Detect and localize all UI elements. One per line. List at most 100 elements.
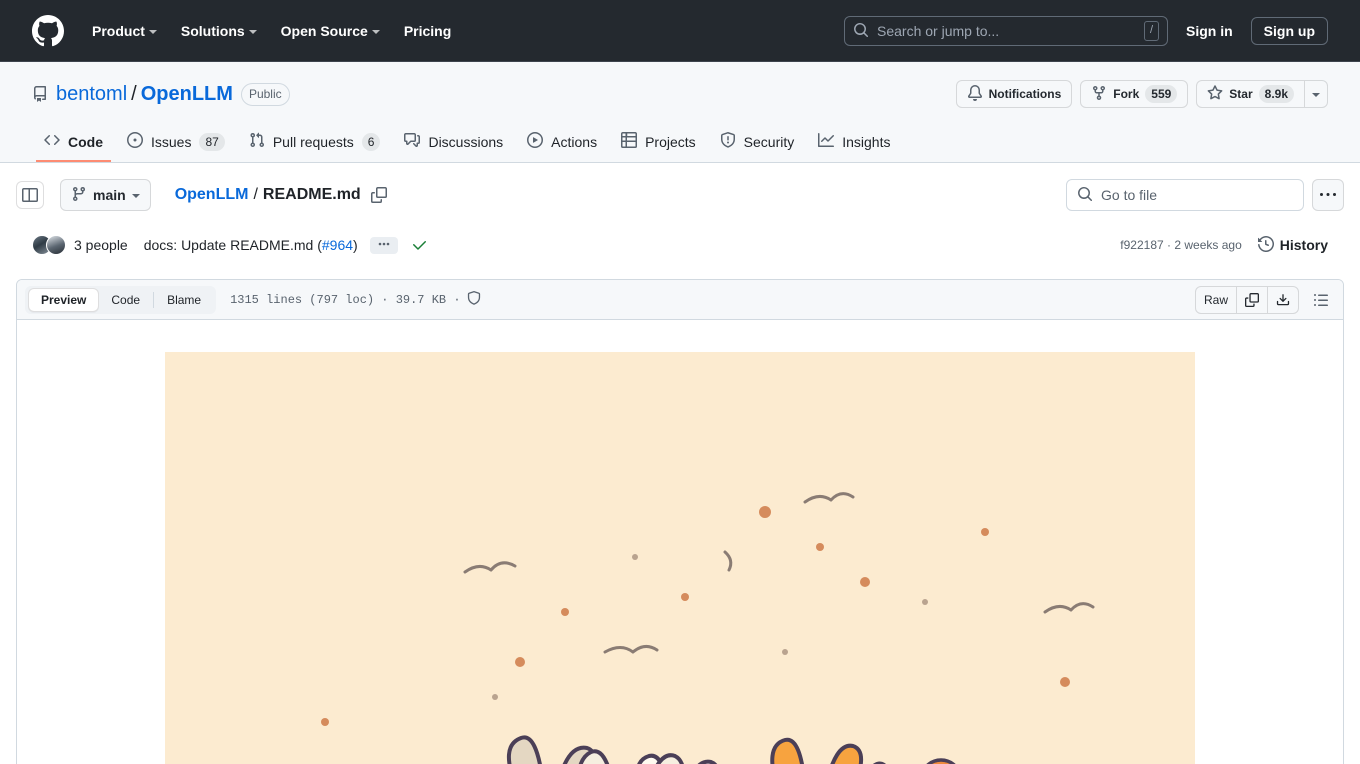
commit-sha[interactable]: f922187 (1120, 238, 1163, 252)
star-label: Star (1229, 87, 1253, 101)
file-content-box: Preview Code Blame 1315 lines (797 loc) … (16, 279, 1344, 764)
repo-nav: Code Issues 87 Pull requests 6 Discussio… (32, 124, 1328, 162)
global-nav-item-solutions[interactable]: Solutions (169, 15, 269, 47)
commit-sha-and-time: f922187 · 2 weeks ago (1120, 238, 1241, 252)
repo-tab-count: 87 (199, 132, 225, 151)
star-dropdown-button[interactable] (1305, 80, 1328, 108)
repo-tab-label: Issues (151, 133, 192, 150)
list-unordered-icon[interactable] (1307, 286, 1335, 314)
search-placeholder: Search or jump to... (877, 23, 1000, 39)
graph-icon (818, 132, 835, 151)
tab-code[interactable]: Code (99, 289, 152, 311)
repo-icon (32, 86, 48, 102)
star-button-group: Star 8.9k (1196, 80, 1328, 108)
commit-expand-button[interactable] (369, 236, 398, 254)
chevron-down-icon (371, 30, 380, 34)
repo-name-link[interactable]: OpenLLM (141, 83, 233, 106)
repo-tab-label: Code (68, 133, 103, 150)
repo-tab-insights[interactable]: Insights (810, 124, 898, 162)
check-icon[interactable] (412, 237, 428, 253)
repo-tab-discussions[interactable]: Discussions (396, 124, 511, 162)
readme-banner-image (165, 352, 1195, 764)
readme-preview (17, 320, 1343, 764)
star-count: 8.9k (1258, 85, 1294, 103)
table-icon (621, 132, 638, 151)
global-nav-label: Product (92, 23, 145, 39)
star-icon (1207, 84, 1223, 104)
global-header: Product Solutions Open Source Pricing Se… (0, 0, 1360, 62)
commit-authors-avatars[interactable] (32, 235, 66, 255)
commit-message-suffix: ) (353, 237, 358, 253)
branch-selector-button[interactable]: main (60, 179, 151, 211)
git-pull-request-icon (249, 132, 265, 151)
commit-authors-label[interactable]: 3 people (74, 237, 128, 253)
global-nav-label: Open Source (280, 23, 368, 39)
commit-pr-link[interactable]: #964 (322, 237, 353, 253)
sign-in-button[interactable]: Sign in (1176, 17, 1243, 45)
file-view-tabs: Preview Code Blame (25, 285, 217, 314)
shield-icon (720, 132, 736, 151)
tab-blame[interactable]: Blame (155, 289, 213, 311)
breadcrumb-file-name: README.md (262, 186, 361, 203)
history-icon (1257, 235, 1274, 255)
commit-meta: f922187 · 2 weeks ago History (1120, 235, 1328, 255)
repo-visibility-badge: Public (240, 82, 290, 106)
fork-label: Fork (1113, 87, 1140, 101)
raw-button[interactable]: Raw (1196, 286, 1237, 313)
breadcrumb: OpenLLM / README.md (175, 186, 387, 204)
chevron-down-icon (248, 30, 257, 34)
commit-message-text: docs: Update README.md ( (143, 237, 322, 253)
notifications-button[interactable]: Notifications (955, 80, 1073, 108)
commit-sha-separator: · (1167, 238, 1172, 252)
repo-tab-pull-requests[interactable]: Pull requests 6 (241, 124, 389, 162)
search-shortcut-key: / (1143, 21, 1159, 41)
repo-tab-label: Projects (645, 133, 696, 150)
fork-button[interactable]: Fork 559 (1080, 80, 1189, 108)
tab-preview[interactable]: Preview (28, 287, 100, 312)
repo-tab-security[interactable]: Security (712, 124, 803, 162)
star-button[interactable]: Star 8.9k (1196, 80, 1305, 108)
global-nav: Product Solutions Open Source Pricing (80, 15, 463, 47)
copy-icon[interactable] (370, 187, 387, 203)
raw-actions-group: Raw (1194, 285, 1299, 314)
llama-tram-illustration (165, 352, 1195, 764)
code-icon (44, 132, 60, 151)
notifications-label: Notifications (988, 87, 1062, 101)
repo-tab-projects[interactable]: Projects (613, 124, 704, 162)
file-nav-right: Go to file (1066, 179, 1344, 211)
file-nav: main OpenLLM / README.md Go to file (0, 163, 1360, 211)
repo-tab-issues[interactable]: Issues 87 (119, 124, 233, 162)
chevron-down-icon (131, 194, 140, 198)
download-icon[interactable] (1268, 287, 1298, 313)
breadcrumb-repo-link[interactable]: OpenLLM (175, 186, 249, 204)
search-icon (853, 22, 869, 41)
sidebar-expand-icon[interactable] (16, 181, 44, 209)
global-nav-item-pricing[interactable]: Pricing (392, 15, 463, 47)
tab-divider (153, 291, 155, 308)
go-to-file-input[interactable]: Go to file (1066, 179, 1304, 211)
sign-up-button[interactable]: Sign up (1250, 17, 1328, 45)
repo-owner-link[interactable]: bentoml (56, 83, 127, 106)
bell-icon (967, 84, 983, 104)
kebab-horizontal-icon[interactable] (1312, 179, 1344, 211)
repo-tab-code[interactable]: Code (36, 124, 111, 162)
git-branch-icon (71, 186, 87, 205)
repo-tab-label: Actions (551, 133, 598, 150)
github-mark-icon[interactable] (32, 15, 64, 47)
history-label: History (1279, 237, 1328, 253)
global-nav-item-open-source[interactable]: Open Source (269, 15, 392, 47)
go-to-file-placeholder: Go to file (1101, 187, 1158, 203)
file-meta-text: 1315 lines (797 loc) · 39.7 KB · (230, 292, 461, 307)
history-link[interactable]: History (1257, 235, 1328, 255)
global-header-right: Search or jump to... / Sign in Sign up (844, 16, 1344, 46)
search-input[interactable]: Search or jump to... / (844, 16, 1168, 46)
repo-name-separator: / (131, 82, 137, 105)
repo-tab-actions[interactable]: Actions (519, 124, 605, 162)
shield-check-icon[interactable] (467, 290, 481, 309)
global-nav-item-product[interactable]: Product (80, 15, 169, 47)
repo-tab-label: Pull requests (272, 133, 354, 150)
play-icon (527, 132, 544, 151)
copy-icon[interactable] (1237, 286, 1268, 313)
commit-message[interactable]: docs: Update README.md (#964) (144, 237, 358, 253)
repo-header: bentoml / OpenLLM Public Notifications F… (0, 62, 1360, 163)
